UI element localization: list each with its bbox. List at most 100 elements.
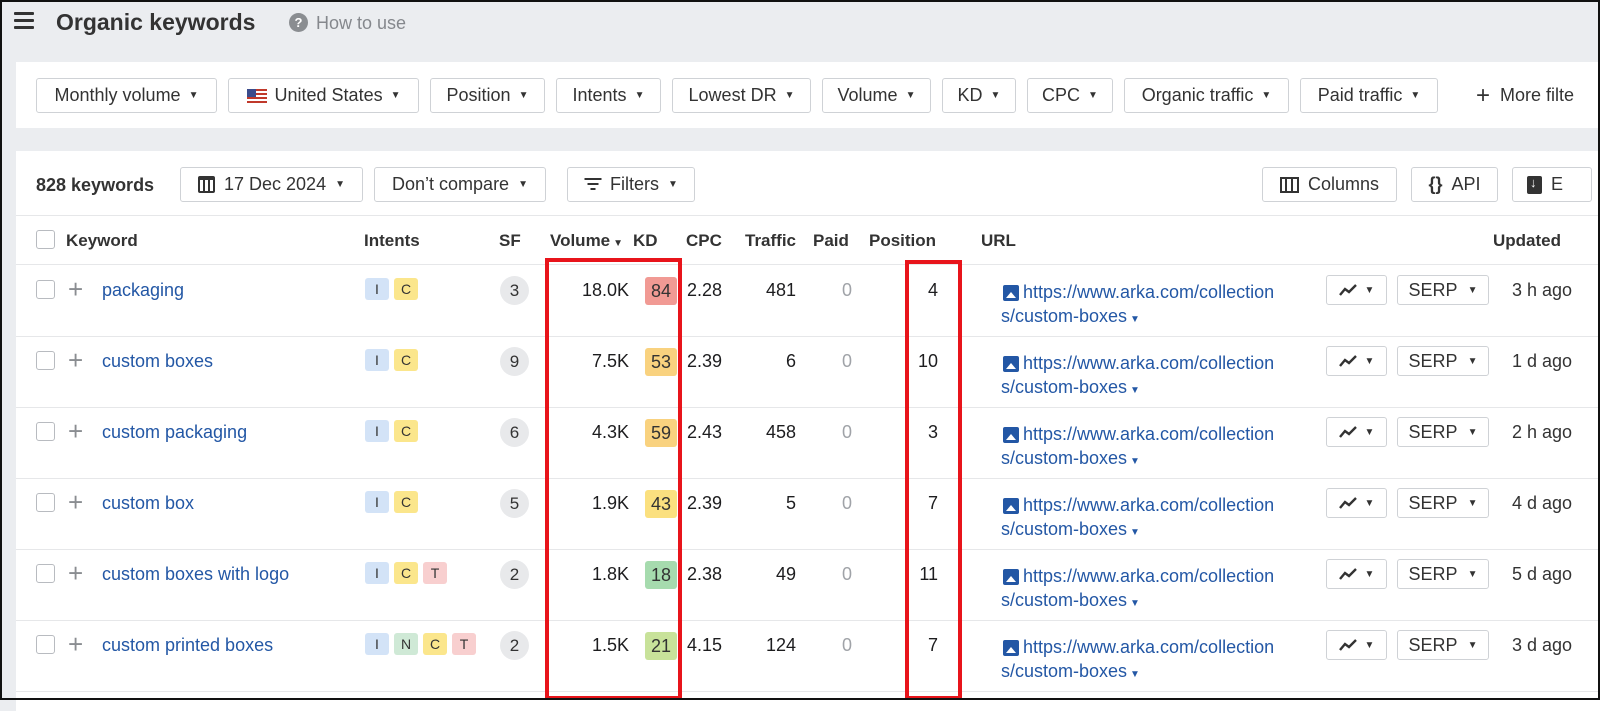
row-checkbox[interactable]	[36, 493, 55, 512]
keyword-link[interactable]: custom boxes	[102, 351, 213, 372]
compare-dropdown[interactable]: Don’t compare ▼	[374, 167, 546, 202]
export-button[interactable]: E	[1512, 167, 1592, 202]
column-url[interactable]: URL	[981, 231, 1016, 251]
url-caret-down-icon[interactable]: ▼	[1130, 314, 1140, 325]
add-keyword-plus-icon[interactable]: +	[68, 489, 83, 515]
caret-down-icon: ▼	[905, 90, 916, 101]
serp-button[interactable]: SERP ▼	[1397, 346, 1489, 376]
intent-badge: C	[394, 420, 418, 442]
filter-country[interactable]: United States ▼	[228, 78, 419, 113]
add-keyword-plus-icon[interactable]: +	[68, 418, 83, 444]
row-checkbox[interactable]	[36, 422, 55, 441]
row-checkbox[interactable]	[36, 635, 55, 654]
caret-down-icon: ▼	[634, 90, 645, 101]
how-to-use-link[interactable]: How to use	[316, 13, 406, 34]
column-updated[interactable]: Updated	[1493, 231, 1561, 251]
row-checkbox[interactable]	[36, 351, 55, 370]
intent-badge: N	[394, 633, 418, 655]
column-kd[interactable]: KD	[633, 231, 658, 251]
ranking-url-link[interactable]: https://www.arka.com/collection s/custom…	[1001, 280, 1301, 332]
filter-intents[interactable]: Intents ▼	[556, 78, 661, 113]
trend-chart-button[interactable]: ▼	[1326, 630, 1387, 660]
intent-badges: IC	[365, 491, 418, 513]
filter-position[interactable]: Position ▼	[430, 78, 545, 113]
traffic-value[interactable]: 481	[746, 280, 796, 301]
serp-features-count[interactable]: 5	[500, 489, 529, 518]
add-keyword-plus-icon[interactable]: +	[68, 276, 83, 302]
filter-monthly-volume[interactable]: Monthly volume ▼	[36, 78, 217, 113]
keyword-link[interactable]: custom printed boxes	[102, 635, 273, 656]
ranking-url-link[interactable]: https://www.arka.com/collection s/custom…	[1001, 564, 1301, 616]
intent-badge: I	[365, 633, 389, 655]
caret-down-icon: ▼	[518, 179, 528, 190]
serp-features-count[interactable]: 3	[500, 276, 529, 305]
add-keyword-plus-icon[interactable]: +	[68, 560, 83, 586]
column-paid[interactable]: Paid	[813, 231, 849, 251]
keyword-link[interactable]: packaging	[102, 280, 184, 301]
url-caret-down-icon[interactable]: ▼	[1130, 527, 1140, 538]
filter-volume[interactable]: Volume ▼	[822, 78, 931, 113]
caret-down-icon: ▼	[390, 90, 401, 101]
filter-organic-traffic[interactable]: Organic traffic ▼	[1124, 78, 1289, 113]
serp-features-count[interactable]: 2	[500, 631, 529, 660]
select-all-checkbox[interactable]	[36, 230, 55, 249]
keyword-count: 828 keywords	[36, 175, 155, 195]
traffic-value[interactable]: 124	[746, 635, 796, 656]
api-button[interactable]: {} API	[1411, 167, 1498, 202]
serp-button[interactable]: SERP ▼	[1397, 630, 1489, 660]
serp-button[interactable]: SERP ▼	[1397, 559, 1489, 589]
ranking-url-link[interactable]: https://www.arka.com/collection s/custom…	[1001, 493, 1301, 545]
column-volume[interactable]: Volume ▼	[550, 231, 623, 251]
hamburger-menu-icon[interactable]	[14, 12, 34, 30]
keyword-link[interactable]: custom packaging	[102, 422, 247, 443]
keywords-table-card: 828 keywords 17 Dec 2024 ▼ Don’t compare…	[16, 151, 1600, 711]
add-keyword-plus-icon[interactable]: +	[68, 347, 83, 373]
trend-chart-button[interactable]: ▼	[1326, 559, 1387, 589]
traffic-value[interactable]: 5	[746, 493, 796, 514]
ranking-url-link[interactable]: https://www.arka.com/collection s/custom…	[1001, 422, 1301, 474]
traffic-value[interactable]: 458	[746, 422, 796, 443]
column-sf[interactable]: SF	[499, 231, 521, 251]
column-cpc[interactable]: CPC	[686, 231, 722, 251]
serp-features-count[interactable]: 6	[500, 418, 529, 447]
help-icon[interactable]: ?	[289, 13, 308, 32]
more-filters-button[interactable]: + More filte	[1476, 78, 1574, 113]
filter-lowest-dr[interactable]: Lowest DR ▼	[672, 78, 811, 113]
column-intents[interactable]: Intents	[364, 231, 420, 251]
url-caret-down-icon[interactable]: ▼	[1130, 598, 1140, 609]
traffic-value[interactable]: 6	[746, 351, 796, 372]
intent-badges: ICT	[365, 562, 447, 584]
keyword-link[interactable]: custom box	[102, 493, 194, 514]
serp-button[interactable]: SERP ▼	[1397, 417, 1489, 447]
column-keyword[interactable]: Keyword	[66, 231, 138, 251]
add-keyword-plus-icon[interactable]: +	[68, 631, 83, 657]
traffic-value[interactable]: 49	[746, 564, 796, 585]
filter-paid-traffic[interactable]: Paid traffic ▼	[1300, 78, 1438, 113]
columns-button[interactable]: Columns	[1262, 167, 1397, 202]
trend-chart-button[interactable]: ▼	[1326, 417, 1387, 447]
serp-features-count[interactable]: 9	[500, 347, 529, 376]
ranking-url-link[interactable]: https://www.arka.com/collection s/custom…	[1001, 635, 1301, 687]
row-checkbox[interactable]	[36, 564, 55, 583]
url-caret-down-icon[interactable]: ▼	[1130, 385, 1140, 396]
serp-features-count[interactable]: 2	[500, 560, 529, 589]
intent-badge: C	[394, 349, 418, 371]
filters-button[interactable]: Filters ▼	[567, 167, 695, 202]
column-position[interactable]: Position	[869, 231, 936, 251]
trend-chart-button[interactable]: ▼	[1326, 275, 1387, 305]
trend-chart-button[interactable]: ▼	[1326, 346, 1387, 376]
filter-cpc[interactable]: CPC ▼	[1027, 78, 1113, 113]
url-caret-down-icon[interactable]: ▼	[1130, 456, 1140, 467]
caret-down-icon: ▼	[1467, 426, 1478, 438]
serp-button[interactable]: SERP ▼	[1397, 275, 1489, 305]
row-checkbox[interactable]	[36, 280, 55, 299]
date-picker-button[interactable]: 17 Dec 2024 ▼	[180, 167, 363, 202]
trend-chart-button[interactable]: ▼	[1326, 488, 1387, 518]
column-traffic[interactable]: Traffic	[745, 231, 796, 251]
serp-button[interactable]: SERP ▼	[1397, 488, 1489, 518]
filter-kd[interactable]: KD ▼	[942, 78, 1016, 113]
url-caret-down-icon[interactable]: ▼	[1130, 669, 1140, 680]
ranking-url-link[interactable]: https://www.arka.com/collection s/custom…	[1001, 351, 1301, 403]
keyword-link[interactable]: custom boxes with logo	[102, 564, 289, 585]
filter-label: KD	[957, 85, 983, 105]
